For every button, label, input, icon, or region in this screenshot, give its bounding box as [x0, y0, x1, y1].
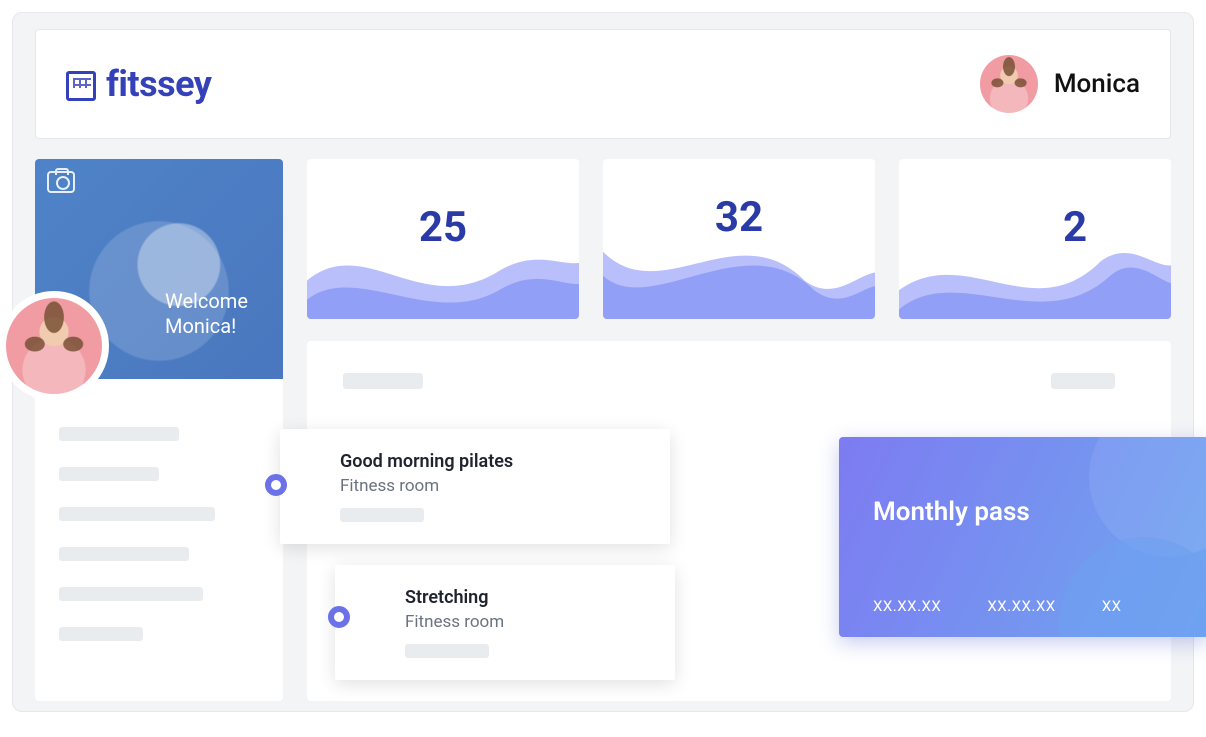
class-title: Good morning pilates: [340, 451, 642, 472]
user-name: Monica: [1054, 69, 1140, 99]
section-heading-placeholder: [1051, 373, 1115, 389]
app-frame: fitssey Monica Welcome Monica!: [12, 12, 1194, 712]
class-meta-placeholder: [405, 644, 489, 658]
camera-icon[interactable]: [47, 171, 75, 193]
sidebar-item[interactable]: [59, 587, 203, 601]
profile-avatar-large[interactable]: [0, 291, 109, 401]
stat-card[interactable]: 32: [603, 159, 875, 319]
class-item[interactable]: Good morning pilates Fitness room: [280, 429, 670, 544]
pass-date: XX: [1102, 597, 1122, 615]
welcome-text: Welcome Monica!: [165, 289, 248, 339]
stat-value: 32: [715, 193, 763, 242]
sidebar-item[interactable]: [59, 467, 159, 481]
class-meta-placeholder: [340, 508, 424, 522]
welcome-line1: Welcome: [165, 289, 248, 313]
brand-logo[interactable]: fitssey: [66, 63, 211, 105]
brand-name: fitssey: [106, 63, 211, 105]
membership-pass-card[interactable]: Monthly pass XX.XX.XX XX.XX.XX XX: [839, 437, 1206, 637]
sidebar-item[interactable]: [59, 507, 215, 521]
logo-icon: [66, 71, 96, 101]
class-room: Fitness room: [340, 476, 642, 496]
class-room: Fitness room: [405, 612, 647, 632]
timeline-bullet-icon: [265, 474, 287, 496]
section-heading-placeholder: [343, 373, 423, 389]
avatar: [6, 298, 102, 394]
class-item[interactable]: Stretching Fitness room: [335, 565, 675, 680]
avatar: [980, 55, 1038, 113]
sidebar-item[interactable]: [59, 547, 189, 561]
stat-value: 2: [1063, 203, 1087, 252]
pass-title: Monthly pass: [873, 497, 1175, 527]
timeline-bullet-icon: [328, 606, 350, 628]
pass-dates: XX.XX.XX XX.XX.XX XX: [873, 597, 1183, 615]
header: fitssey Monica: [35, 29, 1171, 139]
stat-card[interactable]: 2: [899, 159, 1171, 319]
sidebar-menu: [35, 379, 283, 641]
stat-card[interactable]: 25: [307, 159, 579, 319]
profile-sidebar: Welcome Monica!: [35, 159, 283, 701]
pass-date: XX.XX.XX: [873, 597, 941, 615]
wave-art: [899, 223, 1171, 319]
sidebar-item[interactable]: [59, 627, 143, 641]
class-title: Stretching: [405, 587, 647, 608]
welcome-line2: Monica!: [165, 314, 236, 338]
pass-date: XX.XX.XX: [987, 597, 1055, 615]
stat-value: 25: [419, 203, 467, 252]
user-menu[interactable]: Monica: [980, 55, 1140, 113]
sidebar-item[interactable]: [59, 427, 179, 441]
stats-row: 25 32 2: [307, 159, 1171, 319]
